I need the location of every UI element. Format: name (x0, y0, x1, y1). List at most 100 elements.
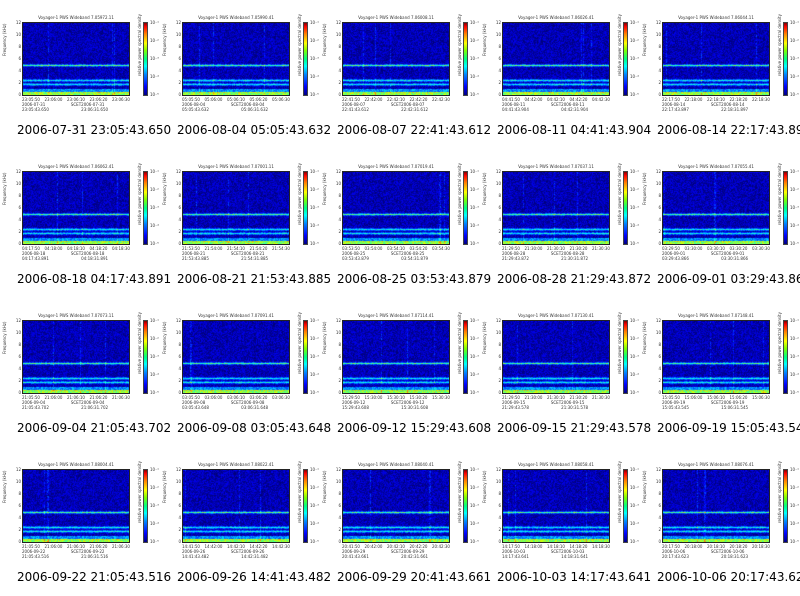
panel-title: Voyager-1 PWS Wideband 7.08022.41 (198, 462, 274, 467)
utc-label: SCET (230, 102, 242, 107)
spectrogram-panel: Voyager-1 PWS Wideband 7.07037.11 Frequen… (480, 149, 651, 298)
panel-title: Voyager-1 PWS Wideband 7.07037.11 (518, 164, 594, 169)
time-range-row: 2006-08-04 05:05:43.632 SCET 2006-08-04 05… (182, 102, 290, 112)
y-axis-label: Frequency (kHz) (642, 321, 647, 354)
utc-start: 2006-09-29 20:41:43.661 (342, 549, 369, 559)
y-tick-label: 2 (498, 229, 501, 234)
spectrogram-plot (182, 320, 290, 394)
y-tick-label: 2 (18, 229, 21, 234)
utc-end: 2006-07-31 23:06:31.650 (81, 102, 109, 112)
y-tick-label: 6 (18, 56, 21, 61)
panel-title: Voyager-1 PWS Wideband 7.08058.41 (518, 462, 594, 467)
y-tick-label: 10 (335, 330, 341, 335)
panel-timestamp: 2006-09-12 15:29:43.608 (337, 421, 492, 435)
utc-label: SCET (390, 102, 402, 107)
spectrogram-panel: Voyager-1 PWS Wideband 7.07019.41 Frequen… (320, 149, 491, 298)
utc-label: SCET (550, 400, 562, 405)
colorbar (783, 320, 788, 394)
colorbar-tick-label: 10⁻⁴ (470, 223, 479, 228)
y-tick-label: 12 (335, 467, 341, 472)
y-axis-label: Frequency (kHz) (642, 172, 647, 205)
colorbar-tick-label: 10⁻¹ (150, 467, 159, 472)
spectrogram-heatmap (343, 23, 449, 95)
utc-end: 2006-09-08 03:06:31.648 (241, 400, 269, 410)
colorbar (463, 320, 468, 394)
colorbar-tick-label: 10⁻⁴ (310, 223, 319, 228)
y-axis-label: Frequency (kHz) (322, 321, 327, 354)
y-tick-label: 4 (178, 217, 181, 222)
spectrogram-panel: Voyager-1 PWS Wideband 7.06044.11 Frequen… (640, 0, 800, 149)
time-range-row: 2006-08-21 21:53:43.885 SCET 2006-08-21 21… (182, 251, 290, 261)
utc-start: 2006-09-01 03:29:43.866 (662, 251, 689, 261)
colorbar-tick-label: 10⁻¹ (150, 20, 159, 25)
y-axis-label: Frequency (kHz) (162, 172, 167, 205)
panel-timestamp: 2006-09-08 03:05:43.648 (177, 421, 332, 435)
panel-title: Voyager-1 PWS Wideband 7.07114.41 (358, 313, 434, 318)
colorbar-tick-label: 10⁻² (790, 187, 799, 192)
y-tick-label: 10 (15, 181, 21, 186)
colorbar-tick-label: 10⁻³ (310, 56, 319, 61)
y-axis-label: Frequency (kHz) (2, 23, 7, 56)
colorbar-tick-label: 10⁻³ (310, 205, 319, 210)
colorbar-tick-label: 10⁻² (470, 485, 479, 490)
y-tick-label: 8 (658, 193, 661, 198)
panel-timestamp: 2006-08-14 22:17:43.897 (657, 123, 800, 137)
y-axis-label: Frequency (kHz) (642, 23, 647, 56)
y-tick-label: 8 (498, 342, 501, 347)
y-tick-label: 6 (498, 354, 501, 359)
spectrogram-plot (342, 22, 450, 96)
spectrogram-plot (182, 171, 290, 245)
spectrogram-plot (662, 320, 770, 394)
utc-end: 2006-09-26 14:42:31.482 (241, 549, 269, 559)
panel-timestamp: 2006-08-07 22:41:43.612 (337, 123, 492, 137)
colorbar-tick-label: 10⁻¹ (790, 20, 799, 25)
panel-timestamp: 2006-08-21 21:53:43.885 (177, 272, 332, 286)
time-range-row: 2006-08-11 04:41:43.904 SCET 2006-08-11 04… (502, 102, 610, 112)
colorbar (303, 320, 308, 394)
colorbar-tick-label: 10⁻¹ (630, 318, 639, 323)
utc-end: 2006-09-15 21:30:31.578 (561, 400, 589, 410)
panel-title: Voyager-1 PWS Wideband 7.07019.41 (358, 164, 434, 169)
colorbar-label: relative power spectral density (777, 14, 782, 76)
y-tick-label: 12 (335, 20, 341, 25)
colorbar (623, 469, 628, 543)
spectrogram-plot (502, 22, 610, 96)
y-tick-label: 10 (175, 181, 181, 186)
colorbar (143, 469, 148, 543)
colorbar-tick-label: 10⁻³ (630, 354, 639, 359)
panel-timestamp: 2006-09-04 21:05:43.702 (17, 421, 172, 435)
y-tick-label: 2 (338, 527, 341, 532)
colorbar-tick-label: 10⁻³ (630, 205, 639, 210)
y-tick-label: 10 (495, 32, 501, 37)
utc-label: SCET (230, 251, 242, 256)
colorbar-tick-label: 10⁻⁵ (790, 92, 799, 97)
y-tick-label: 0 (178, 241, 181, 246)
colorbar-tick-label: 10⁻¹ (310, 169, 319, 174)
y-tick-label: 0 (178, 390, 181, 395)
colorbar-tick-label: 10⁻¹ (310, 20, 319, 25)
spectrogram-plot (662, 22, 770, 96)
colorbar-tick-label: 10⁻⁴ (150, 372, 159, 377)
colorbar (623, 22, 628, 96)
spectrogram-heatmap (343, 321, 449, 393)
colorbar-tick-label: 10⁻³ (310, 503, 319, 508)
panel-title: Voyager-1 PWS Wideband 7.08040.41 (358, 462, 434, 467)
colorbar-tick-label: 10⁻² (150, 38, 159, 43)
y-tick-label: 0 (498, 241, 501, 246)
y-tick-label: 10 (15, 479, 21, 484)
y-tick-label: 6 (18, 503, 21, 508)
colorbar-label: relative power spectral density (457, 312, 462, 374)
y-tick-label: 0 (658, 92, 661, 97)
utc-end: 2006-10-06 20:18:31.623 (721, 549, 749, 559)
y-tick-label: 4 (338, 515, 341, 520)
spectrogram-plot (502, 469, 610, 543)
spectrogram-plot (22, 320, 130, 394)
y-axis-label: Frequency (kHz) (482, 23, 487, 56)
colorbar-tick-label: 10⁻⁵ (310, 539, 319, 544)
spectrogram-plot (662, 469, 770, 543)
y-axis-label: Frequency (kHz) (162, 470, 167, 503)
utc-start: 2006-09-12 15:29:43.608 (342, 400, 369, 410)
utc-start: 2006-09-19 15:05:43.545 (662, 400, 689, 410)
spectrogram-panel: Voyager-1 PWS Wideband 7.08004.41 Frequen… (0, 447, 171, 596)
spectrogram-plot (22, 469, 130, 543)
